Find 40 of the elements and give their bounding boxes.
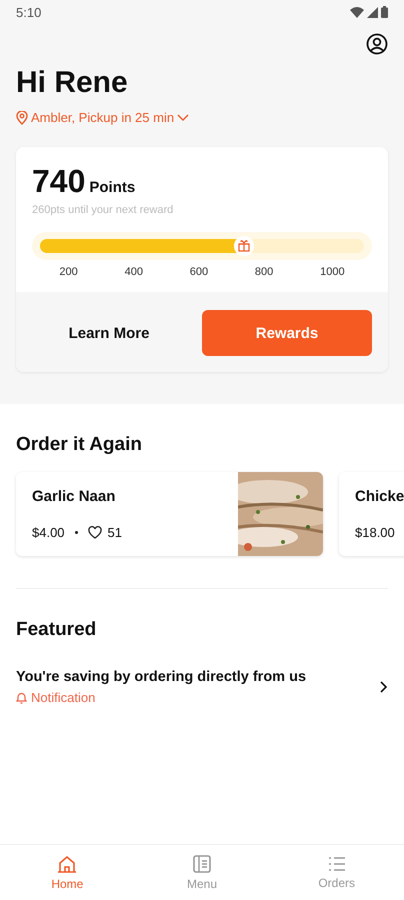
status-time: 5:10 (16, 4, 42, 20)
signal-icon (367, 6, 378, 18)
item-price: $18.00 (355, 525, 395, 540)
book-icon (193, 854, 211, 872)
list-icon (328, 856, 346, 872)
order-card[interactable]: Chicke $18.00 (339, 472, 404, 556)
progress-tick-label: 400 (124, 266, 143, 278)
item-name: Chicke (355, 488, 404, 505)
heart-icon (88, 526, 102, 539)
section-title: Order it Again (16, 434, 143, 456)
rewards-button[interactable]: Rewards (202, 310, 372, 356)
location-selector[interactable]: Ambler, Pickup in 25 min (31, 110, 174, 125)
greeting: Hi Rene (16, 66, 129, 100)
chevron-right-icon[interactable] (380, 681, 388, 693)
section-title: Featured (16, 619, 98, 641)
progress-tick-label: 600 (190, 266, 208, 278)
progress-tick-label: 1000 (320, 266, 345, 278)
like-count: 51 (108, 525, 122, 540)
progress-tick-label: 200 (59, 266, 78, 278)
points-label: Points (89, 179, 136, 196)
bell-icon (16, 692, 27, 704)
featured-message[interactable]: You're saving by ordering directly from us (16, 669, 380, 685)
profile-icon[interactable] (366, 33, 388, 55)
order-card[interactable]: Garlic Naan $4.00 51 (16, 472, 323, 556)
gift-icon (234, 236, 254, 256)
points-subtitle: 260pts until your next reward (32, 204, 174, 216)
item-name: Garlic Naan (32, 488, 116, 505)
home-icon (57, 854, 78, 872)
progress-tick-label: 800 (254, 266, 274, 278)
notification-tag: Notification (31, 690, 96, 705)
nav-tab[interactable]: Home (0, 845, 135, 900)
battery-icon (381, 6, 388, 18)
learn-more-button[interactable]: Learn More (16, 310, 202, 356)
location-pin-icon (16, 110, 28, 124)
points-value: 740 (32, 163, 86, 200)
item-price: $4.00 (32, 525, 65, 540)
nav-tab[interactable]: Orders (269, 845, 404, 900)
wifi-icon (350, 6, 364, 18)
nav-tab[interactable]: Menu (134, 845, 270, 900)
chevron-down-icon (177, 114, 190, 122)
